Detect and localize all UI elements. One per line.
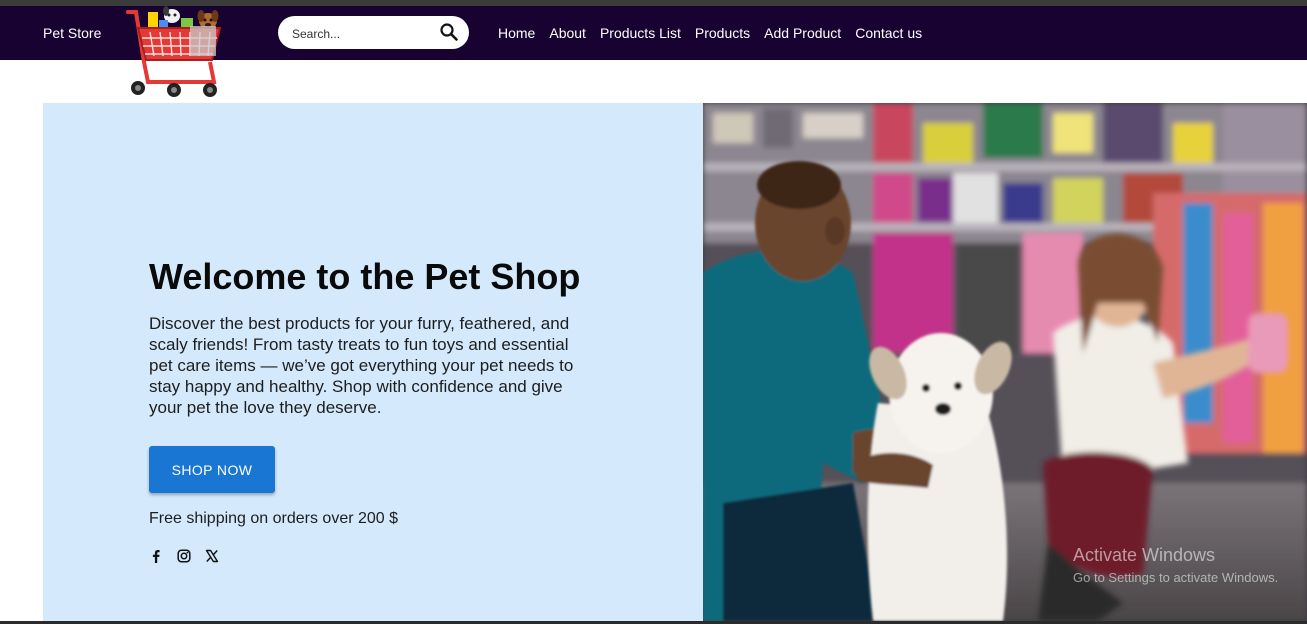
nav-links: Home About Products List Products Add Pr… [498, 25, 936, 41]
hero-description: Discover the best products for your furr… [149, 314, 574, 417]
hero-title: Welcome to the Pet Shop [149, 256, 581, 297]
hero-photo-pet-store [703, 103, 1307, 621]
search-box [278, 16, 469, 49]
nav-link-products[interactable]: Products [695, 25, 750, 41]
facebook-icon[interactable] [149, 549, 163, 563]
brand-link[interactable]: Pet Store [43, 25, 101, 41]
nav-link-home[interactable]: Home [498, 25, 535, 41]
shipping-note: Free shipping on orders over 200 $ [149, 510, 399, 527]
nav-link-about[interactable]: About [549, 25, 586, 41]
nav-link-add-product[interactable]: Add Product [764, 25, 841, 41]
instagram-icon[interactable] [177, 549, 191, 563]
search-input[interactable] [290, 23, 434, 45]
nav-link-contact-us[interactable]: Contact us [855, 25, 922, 41]
hero-panel: Welcome to the Pet Shop Discover the bes… [43, 103, 703, 621]
shopping-cart-logo[interactable] [124, 4, 226, 100]
social-links [149, 549, 233, 563]
nav-link-products-list[interactable]: Products List [600, 25, 681, 41]
x-icon[interactable] [205, 549, 219, 563]
shop-now-button[interactable]: SHOP NOW [149, 446, 275, 493]
search-icon[interactable] [439, 22, 459, 42]
